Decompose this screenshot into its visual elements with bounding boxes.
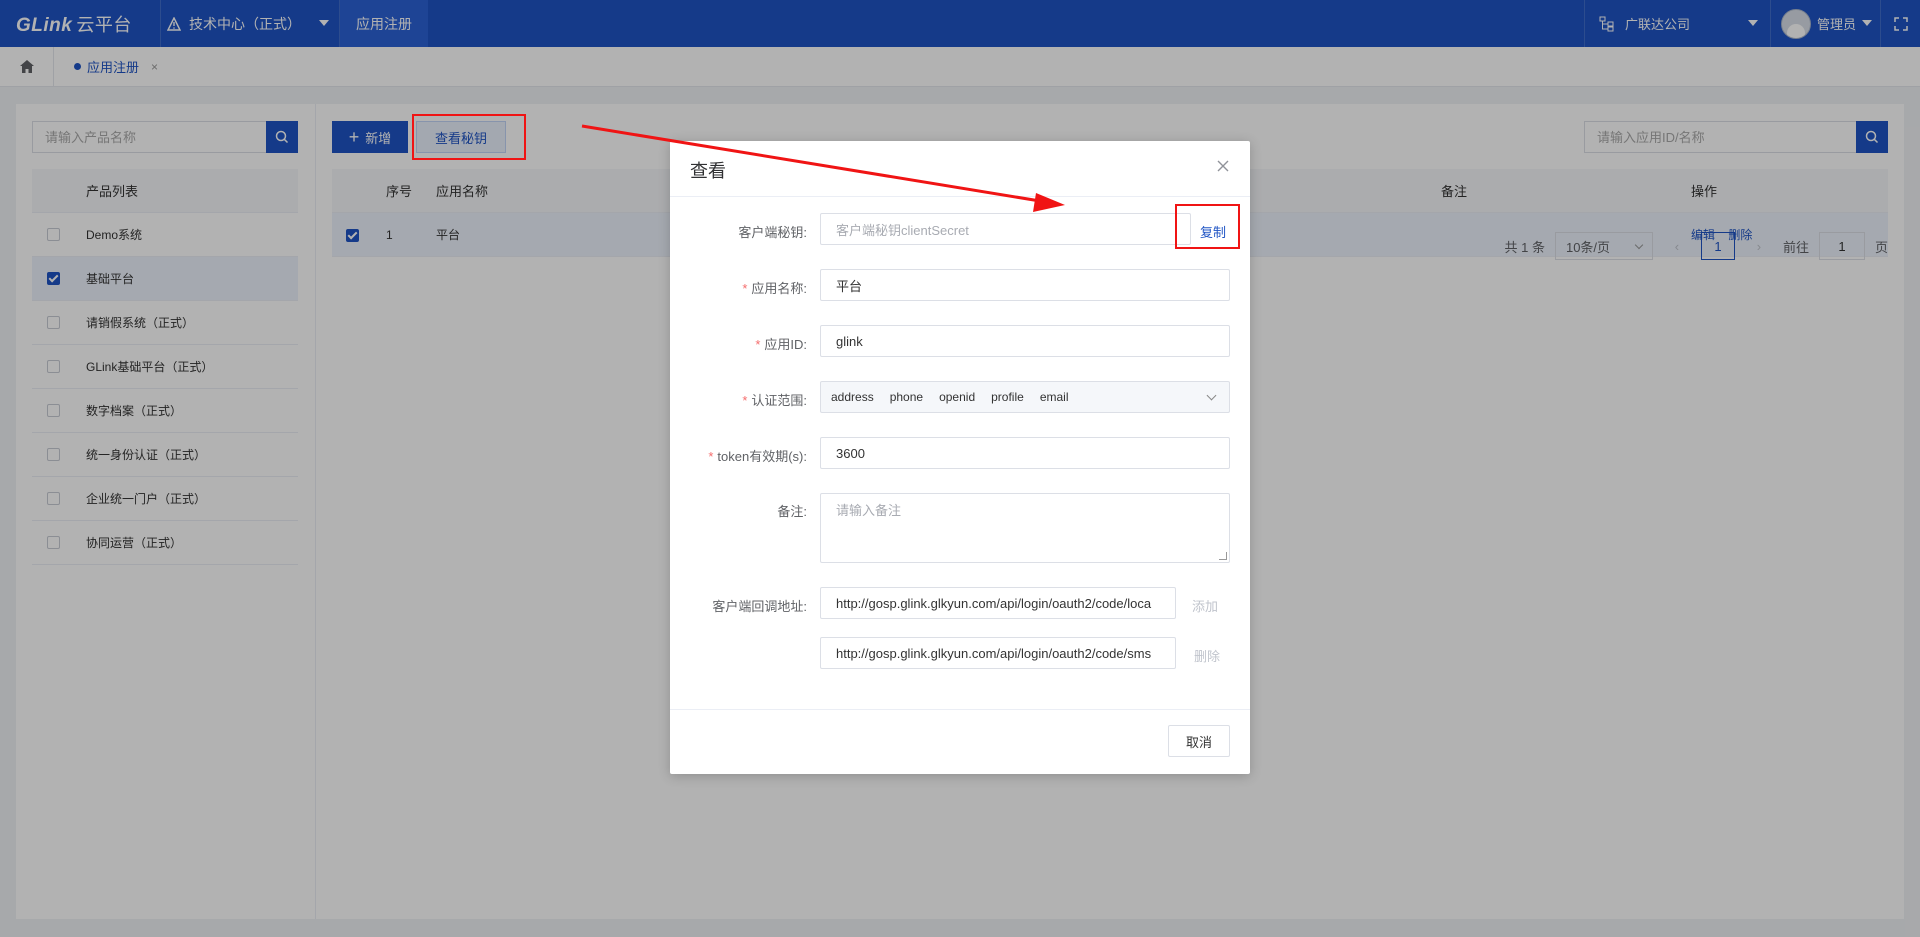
delete-url-link[interactable]: 删除 bbox=[1194, 646, 1220, 665]
add-url-link[interactable]: 添加 bbox=[1192, 596, 1218, 615]
view-dialog: 查看 客户端秘钥: 客户端秘钥clientSecret 复制 * 应用名称: 平台… bbox=[670, 141, 1250, 774]
scope-tag: email bbox=[1039, 390, 1069, 404]
annotation-box-view-secret bbox=[412, 114, 526, 160]
redirect-url-field[interactable]: http://gosp.glink.glkyun.com/api/login/o… bbox=[820, 587, 1176, 619]
scope-tag: openid bbox=[939, 390, 976, 404]
app-name-label: * 应用名称: bbox=[742, 281, 807, 296]
scope-tag: phone bbox=[889, 390, 924, 404]
close-button[interactable] bbox=[1216, 159, 1230, 173]
redirect-label: 客户端回调地址: bbox=[712, 599, 807, 614]
remark-placeholder: 请输入备注 bbox=[836, 503, 902, 518]
dialog-title: 查看 bbox=[690, 161, 726, 181]
chevron-down-icon bbox=[1206, 390, 1217, 401]
scope-label: * 认证范围: bbox=[742, 393, 807, 408]
scope-tag: profile bbox=[991, 390, 1024, 404]
redirect-url-field[interactable]: http://gosp.glink.glkyun.com/api/login/o… bbox=[820, 637, 1176, 669]
annotation-box-copy bbox=[1175, 204, 1240, 249]
resize-handle-icon[interactable] bbox=[1219, 552, 1227, 560]
remark-textarea[interactable]: 请输入备注 bbox=[820, 493, 1230, 563]
cancel-button[interactable]: 取消 bbox=[1168, 725, 1230, 757]
token-label: * token有效期(s): bbox=[708, 449, 807, 464]
token-field[interactable]: 3600 bbox=[820, 437, 1230, 469]
scope-tag: address bbox=[831, 390, 874, 404]
client-secret-label: 客户端秘钥: bbox=[738, 225, 807, 240]
app-name-field[interactable]: 平台 bbox=[820, 269, 1230, 301]
client-secret-field[interactable]: 客户端秘钥clientSecret bbox=[820, 213, 1191, 245]
app-id-label: * 应用ID: bbox=[755, 337, 807, 352]
app-id-field[interactable]: glink bbox=[820, 325, 1230, 357]
scope-select[interactable]: address phone openid profile email bbox=[820, 381, 1230, 413]
close-icon bbox=[1217, 160, 1229, 172]
remark-label: 备注: bbox=[777, 504, 807, 519]
